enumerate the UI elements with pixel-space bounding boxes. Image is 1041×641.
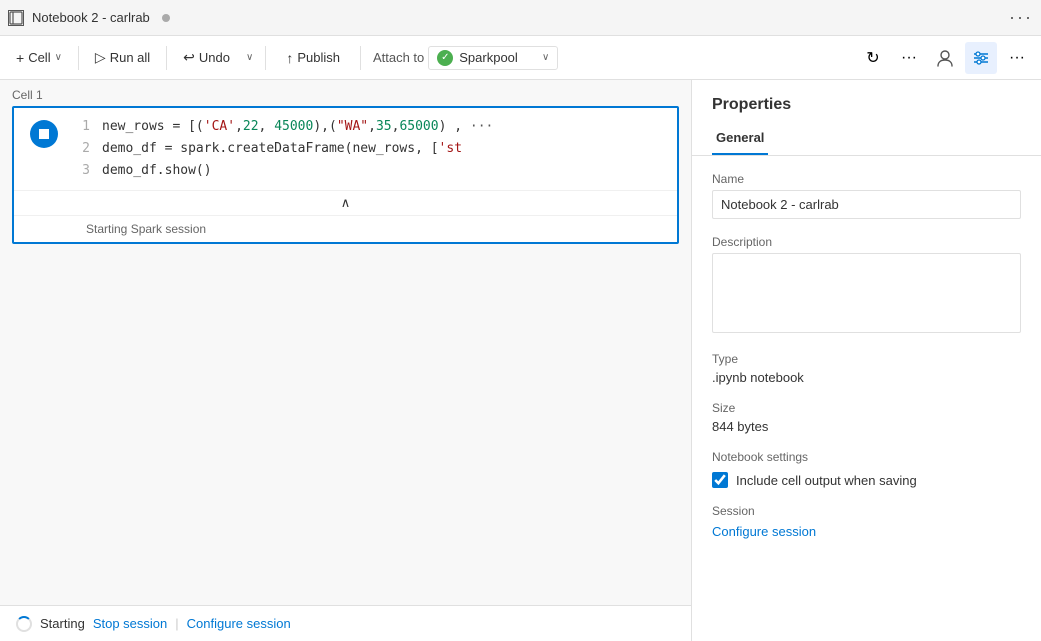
properties-panel: Properties General Name Description Type… [691, 80, 1041, 641]
notebook-settings-group: Notebook settings Include cell output wh… [712, 450, 1021, 488]
name-field-group: Name [712, 172, 1021, 219]
main-layout: Cell 1 1 new_rows = [('CA',22, 45000),("… [0, 80, 1041, 641]
cell-button[interactable]: + Cell ∨ [8, 46, 70, 70]
size-field-label: Size [712, 401, 1021, 415]
notebook-settings-label: Notebook settings [712, 450, 1021, 464]
run-all-label: Run all [110, 50, 150, 65]
chevron-up-icon: ∧ [341, 195, 351, 211]
sparkpool-chevron: ∨ [542, 52, 549, 63]
notebook-area: Cell 1 1 new_rows = [('CA',22, 45000),("… [0, 80, 691, 641]
undo-label: Undo [199, 50, 230, 65]
sparkpool-selector[interactable]: Sparkpool ∨ [428, 46, 558, 70]
refresh-icon: ↻ [866, 48, 879, 68]
overflow-more-button[interactable]: ··· [1001, 42, 1033, 74]
divider-4 [360, 46, 361, 70]
more-icon: ··· [901, 49, 917, 67]
code-line-1: 1 new_rows = [('CA',22, 45000),("WA",35,… [74, 116, 669, 138]
status-bar: Starting Stop session | Configure sessio… [0, 605, 691, 641]
include-output-checkbox[interactable] [712, 472, 728, 488]
cell-body: 1 new_rows = [('CA',22, 45000),("WA",35,… [12, 106, 679, 244]
type-value: .ipynb notebook [712, 370, 1021, 385]
description-field-group: Description [712, 235, 1021, 336]
undo-chevron-button[interactable]: ∨ [242, 48, 257, 67]
cell-run-area [14, 108, 74, 242]
include-output-label: Include cell output when saving [736, 473, 917, 488]
cell-status: Starting Spark session [14, 215, 677, 242]
line-num-3: 3 [74, 160, 90, 182]
title-bar: Notebook 2 - carlrab ··· [0, 0, 1041, 36]
type-field-group: Type .ipynb notebook [712, 352, 1021, 385]
divider-2 [166, 46, 167, 70]
description-input[interactable] [712, 253, 1021, 333]
undo-chevron: ∨ [246, 52, 253, 63]
titlebar-more-button[interactable]: ··· [1009, 7, 1033, 28]
code-area[interactable]: 1 new_rows = [('CA',22, 45000),("WA",35,… [74, 108, 677, 190]
description-field-label: Description [712, 235, 1021, 249]
toolbar: + Cell ∨ ▷ Run all ↩ Undo ∨ ↑ Publish At… [0, 36, 1041, 80]
settings-panel-button[interactable] [965, 42, 997, 74]
code-line-3: 3 demo_df.show() [74, 160, 669, 182]
run-all-button[interactable]: ▷ Run all [87, 45, 158, 70]
configure-session-link-bottom[interactable]: Configure session [187, 616, 291, 631]
name-field-label: Name [712, 172, 1021, 186]
configure-session-link[interactable]: Configure session [712, 524, 816, 539]
line-num-2: 2 [74, 138, 90, 160]
plus-icon: + [16, 50, 24, 66]
undo-icon: ↩ [183, 49, 195, 66]
type-field-label: Type [712, 352, 1021, 366]
cell-chevron: ∨ [55, 52, 62, 63]
sparkpool-name: Sparkpool [459, 50, 536, 65]
loading-spinner [16, 616, 32, 632]
notebook-spacer [0, 252, 691, 605]
publish-icon: ↑ [286, 50, 293, 66]
cell-label: Cell [28, 50, 50, 65]
cell-container: Cell 1 1 new_rows = [('CA',22, 45000),("… [0, 80, 691, 252]
run-all-icon: ▷ [95, 49, 106, 66]
attach-label: Attach to [373, 50, 424, 65]
user-icon-button[interactable] [929, 42, 961, 74]
properties-body: Name Description Type .ipynb notebook Si… [692, 156, 1041, 555]
session-group: Session Configure session [712, 504, 1021, 539]
tab-general[interactable]: General [712, 122, 768, 155]
undo-button[interactable]: ↩ Undo [175, 45, 238, 70]
line-num-1: 1 [74, 116, 90, 138]
size-value: 844 bytes [712, 419, 1021, 434]
divider-3 [265, 46, 266, 70]
unsaved-dot [162, 14, 170, 22]
size-field-group: Size 844 bytes [712, 401, 1021, 434]
stop-button[interactable] [30, 120, 58, 148]
code-content-3: demo_df.show() [102, 160, 212, 182]
session-label: Session [712, 504, 1021, 518]
cell-label: Cell 1 [12, 88, 679, 102]
code-line-2: 2 demo_df = spark.createDataFrame(new_ro… [74, 138, 669, 160]
attach-section: Attach to Sparkpool ∨ [373, 46, 558, 70]
toolbar-more-button[interactable]: ··· [893, 42, 925, 74]
include-output-row: Include cell output when saving [712, 472, 1021, 488]
overflow-icon: ··· [1009, 49, 1025, 67]
notebook-icon [8, 10, 24, 26]
cell-collapse-button[interactable]: ∧ [14, 190, 677, 215]
divider-1 [78, 46, 79, 70]
starting-text: Starting [40, 616, 85, 631]
status-separator: | [175, 616, 178, 631]
stop-icon [39, 129, 49, 139]
refresh-button[interactable]: ↻ [857, 42, 889, 74]
title-text: Notebook 2 - carlrab [32, 10, 150, 25]
toolbar-right: ↻ ··· ··· [857, 42, 1033, 74]
code-content-1: new_rows = [('CA',22, 45000),("WA",35,65… [102, 116, 493, 138]
properties-title: Properties [692, 80, 1041, 122]
sparkpool-status-icon [437, 50, 453, 66]
publish-button[interactable]: ↑ Publish [274, 46, 352, 70]
cell-status-text: Starting Spark session [86, 222, 206, 236]
properties-tabs: General [692, 122, 1041, 156]
publish-label: Publish [297, 50, 340, 65]
name-input[interactable] [712, 190, 1021, 219]
code-content-2: demo_df = spark.createDataFrame(new_rows… [102, 138, 462, 160]
stop-session-link[interactable]: Stop session [93, 616, 167, 631]
